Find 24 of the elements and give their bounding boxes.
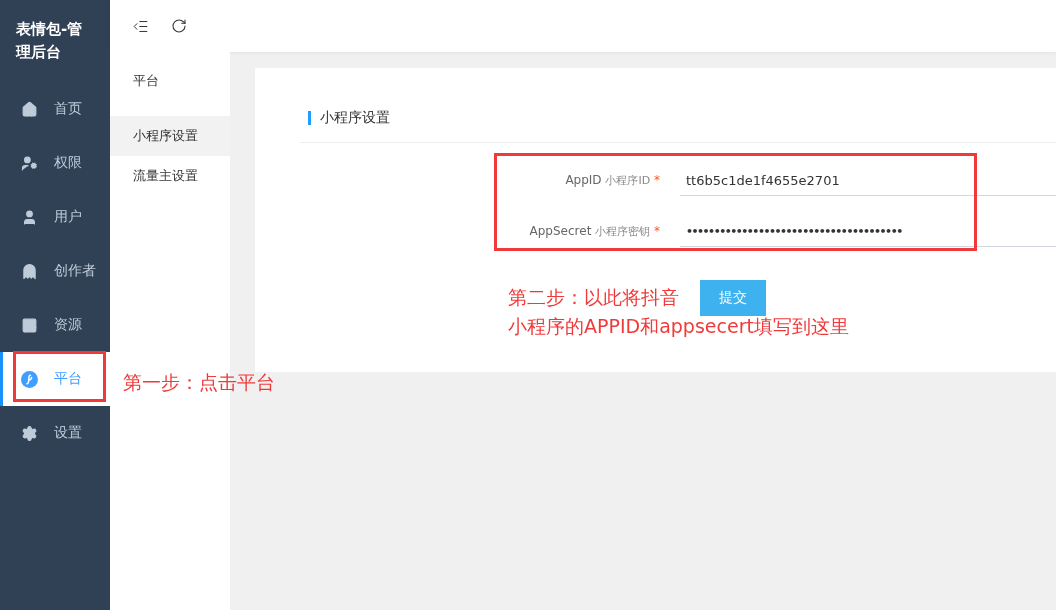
input-field[interactable]: ••••••••••••••••••••••••••••••••••••••• [680, 216, 1056, 247]
settings-icon [21, 424, 38, 442]
subnav-item[interactable]: 小程序设置 [110, 116, 230, 156]
annotation-text: 第二步：以此将抖音 [508, 285, 679, 310]
field-label: AppSecret 小程序密钥 * [528, 224, 661, 239]
menu-item[interactable]: 设置 [0, 406, 110, 460]
user-icon [21, 208, 38, 226]
home-icon [21, 100, 38, 118]
annotation-text: 第一步：点击平台 [123, 370, 275, 395]
section-title: 小程序设置 [320, 109, 390, 127]
menu-item[interactable]: 资源 [0, 298, 110, 352]
annotation-text: 小程序的APPID和appsecert填写到这里 [508, 314, 849, 339]
brand-title: 表情包-管理后台 [14, 19, 84, 63]
user-cog-icon [21, 154, 38, 172]
field-label: AppID 小程序ID * [564, 173, 661, 188]
subnav-title: 平台 [132, 72, 160, 90]
menu-item[interactable]: 用户 [0, 190, 110, 244]
menu-item[interactable]: 创作者 [0, 244, 110, 298]
section-marker [308, 111, 311, 125]
menu-item[interactable]: 权限 [0, 136, 110, 190]
link-circle-icon [21, 370, 38, 388]
input-field[interactable]: tt6b5c1de1f4655e2701 [680, 165, 1056, 196]
refresh-icon[interactable] [171, 18, 187, 34]
menu-item[interactable]: 首页 [0, 82, 110, 136]
